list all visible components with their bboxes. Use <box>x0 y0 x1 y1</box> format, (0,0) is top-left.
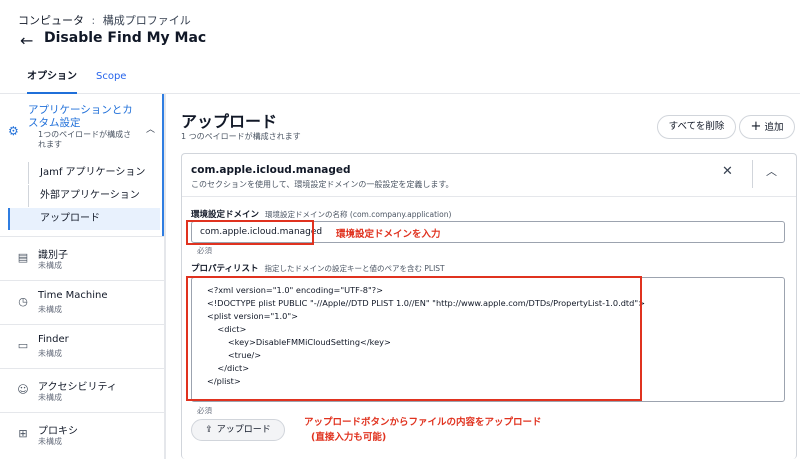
add-button-label: 追加 <box>764 122 784 133</box>
sidebar-item-finder[interactable]: ▭ Finder 未構成 <box>0 324 164 368</box>
breadcrumb-current: 構成プロファイル <box>102 14 191 27</box>
tab-scope[interactable]: Scope <box>96 62 126 94</box>
sidebar-item-jamf-apps[interactable]: Jamf アプリケーション <box>28 162 160 184</box>
plist-field-label: プロパティリスト 指定したドメインの設定キーと値のペアを含む PLIST <box>191 262 445 274</box>
plist-hint: 指定したドメインの設定キーと値のペアを含む PLIST <box>264 264 445 273</box>
annotation-upload-note-line1: アップロードボタンからファイルの内容をアップロード <box>304 417 542 428</box>
sidebar-group-subtitle: 1つのペイロードが構成されます <box>38 130 132 149</box>
sidebar-item-identifier[interactable]: ▤ 識別子 未構成 <box>0 236 164 280</box>
breadcrumb: コンピュータ : 構成プロファイル <box>18 12 191 28</box>
tab-options[interactable]: オプション <box>27 62 77 94</box>
sidebar-item-time-machine[interactable]: ◷ Time Machine 未構成 <box>0 280 164 324</box>
payload-title: com.apple.icloud.managed <box>191 164 351 176</box>
sidebar-item-status: 未構成 <box>38 261 62 270</box>
sidebar-group-title: アプリケーションとカスタム設定 <box>28 104 133 129</box>
section-subtitle: 1 つのペイロードが構成されます <box>181 132 301 141</box>
time-machine-icon: ◷ <box>18 295 28 308</box>
domain-field-label: 環境設定ドメイン 環境設定ドメインの名称 (com.company.applica… <box>191 208 451 220</box>
gear-icon: ⚙ <box>8 124 19 138</box>
sidebar-item-upload[interactable]: アップロード <box>8 208 160 230</box>
annotation-domain-note: 環境設定ドメインを入力 <box>336 229 441 240</box>
annotation-upload-note-line2: (直接入力も可能) <box>311 432 387 443</box>
page-header: コンピュータ : 構成プロファイル ← Disable Find My Mac <box>0 0 800 62</box>
domain-label-text: 環境設定ドメイン <box>191 210 260 220</box>
sidebar-item-label: アクセシビリティ <box>38 382 117 393</box>
breadcrumb-separator: : <box>91 14 96 27</box>
add-button[interactable]: + 追加 <box>739 115 795 139</box>
divider <box>182 196 796 197</box>
tab-bar: オプション Scope <box>0 62 800 94</box>
sidebar-item-proxy[interactable]: ⊞ プロキシ 未構成 <box>0 412 164 456</box>
sidebar: ⚙ アプリケーションとカスタム設定 1つのペイロードが構成されます ︿ Jamf… <box>0 94 166 459</box>
sidebar-item-external-apps[interactable]: 外部アプリケーション <box>28 185 160 207</box>
section-title: アップロード <box>181 112 278 131</box>
sidebar-item-status: 未構成 <box>38 305 62 314</box>
page-title: Disable Find My Mac <box>44 30 207 46</box>
annotation-box-plist <box>186 276 642 401</box>
sidebar-item-status: 未構成 <box>38 349 62 358</box>
upload-button[interactable]: ⇪ アップロード <box>191 419 285 441</box>
sidebar-item-status: 未構成 <box>38 393 62 402</box>
annotation-box-domain <box>186 220 314 245</box>
upload-button-label: アップロード <box>216 425 271 435</box>
required-label: 必須 <box>197 246 212 255</box>
sidebar-item-label: 識別子 <box>38 250 68 261</box>
finder-icon: ▭ <box>17 339 29 352</box>
payload-description: このセクションを使用して、環境設定ドメインの一般設定を定義します。 <box>191 180 454 189</box>
back-arrow-icon[interactable]: ← <box>20 31 33 50</box>
plist-label-text: プロパティリスト <box>191 264 259 274</box>
domain-hint: 環境設定ドメインの名称 (com.company.application) <box>265 210 452 219</box>
sidebar-item-label: Finder <box>38 334 69 345</box>
breadcrumb-parent[interactable]: コンピュータ <box>18 14 84 27</box>
proxy-icon: ⊞ <box>18 427 28 440</box>
sidebar-item-label: プロキシ <box>38 426 78 437</box>
chevron-up-icon[interactable]: ︿ <box>766 163 777 179</box>
divider <box>752 160 753 188</box>
required-label: 必須 <box>197 406 212 415</box>
upload-icon: ⇪ <box>205 425 213 435</box>
chevron-up-icon[interactable]: ︿ <box>146 122 155 135</box>
accessibility-icon: ☺ <box>17 383 29 396</box>
plus-icon: + <box>750 119 762 134</box>
id-card-icon: ▤ <box>17 251 29 264</box>
sidebar-item-status: 未構成 <box>38 437 62 446</box>
sidebar-item-accessibility[interactable]: ☺ アクセシビリティ 未構成 <box>0 368 164 412</box>
sidebar-item-label: Time Machine <box>38 290 108 301</box>
delete-all-button[interactable]: すべてを削除 <box>657 115 736 139</box>
close-icon[interactable]: ✕ <box>722 164 733 179</box>
